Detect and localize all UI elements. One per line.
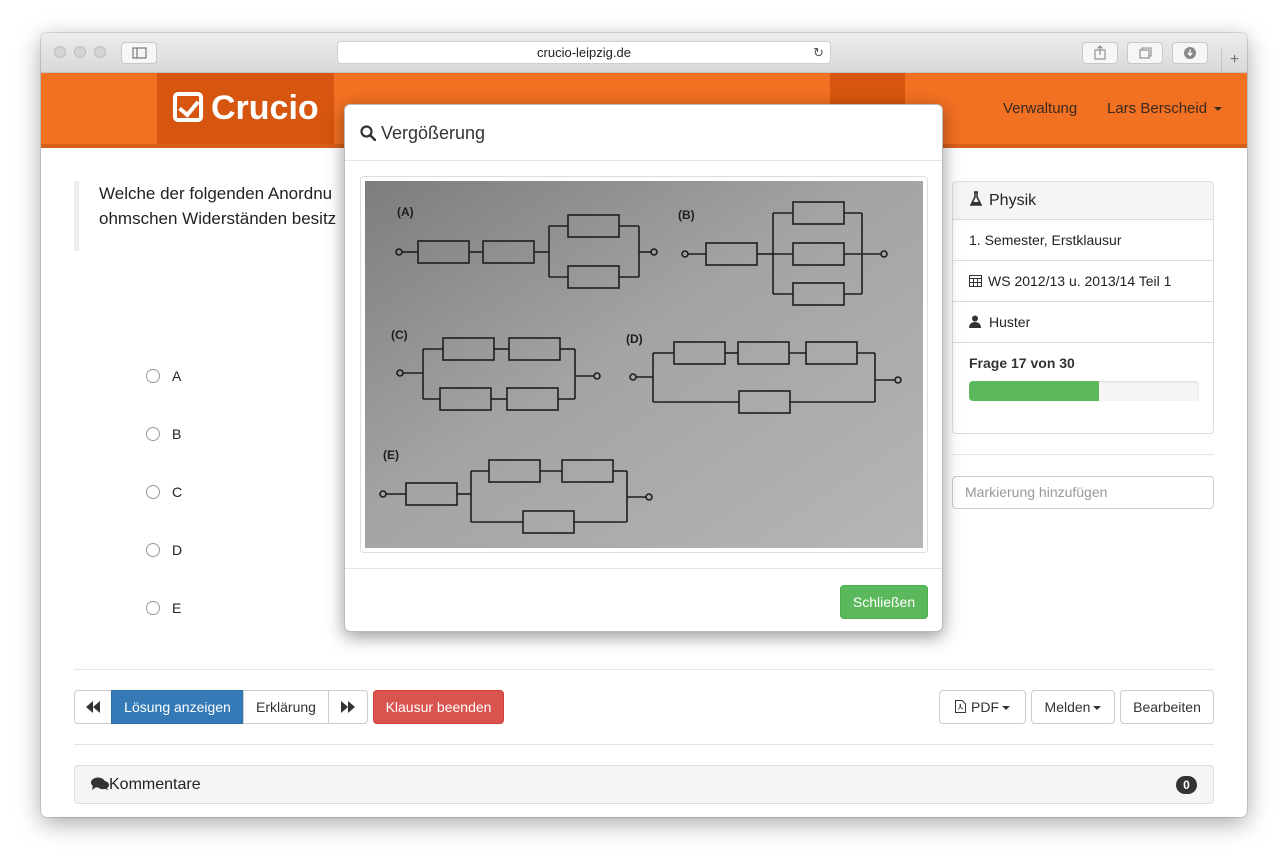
answer-label: D bbox=[172, 542, 183, 558]
user-name: Lars Berscheid bbox=[1107, 100, 1208, 117]
minimize-window-button[interactable] bbox=[74, 46, 86, 58]
divider bbox=[952, 454, 1214, 455]
author-text: Huster bbox=[989, 314, 1031, 330]
download-icon bbox=[1184, 47, 1196, 59]
comments-panel[interactable]: Kommentare 0 bbox=[74, 765, 1214, 804]
date-row: WS 2012/13 u. 2013/14 Teil 1 bbox=[953, 261, 1213, 302]
circuit-label-c: (C) bbox=[391, 328, 408, 342]
file-pdf-icon bbox=[955, 700, 966, 713]
modal-title: Vergößerung bbox=[381, 123, 486, 143]
close-modal-button[interactable]: Schließen bbox=[840, 585, 928, 619]
radio-button[interactable] bbox=[146, 543, 160, 557]
explanation-button[interactable]: Erklärung bbox=[243, 690, 329, 724]
question-line-2: ohmschen Widerständen besitz bbox=[99, 209, 337, 228]
previous-question-button[interactable] bbox=[74, 690, 112, 724]
fast-backward-icon bbox=[86, 701, 100, 713]
calendar-icon bbox=[969, 275, 982, 287]
circuit-diagram: (A) (B) (C) (D) (E) bbox=[365, 181, 923, 548]
circuit-label-e: (E) bbox=[383, 448, 399, 462]
user-menu[interactable]: Lars Berscheid bbox=[1107, 73, 1223, 144]
tag-input[interactable]: Markierung hinzufügen bbox=[952, 476, 1214, 509]
flask-icon bbox=[969, 191, 983, 206]
answer-option-a[interactable]: A bbox=[146, 368, 181, 388]
tabs-button[interactable] bbox=[1127, 42, 1163, 64]
zoom-window-button[interactable] bbox=[94, 46, 106, 58]
tabs-icon bbox=[1139, 47, 1152, 59]
edit-button[interactable]: Bearbeiten bbox=[1120, 690, 1214, 724]
answer-option-b[interactable]: B bbox=[146, 426, 181, 446]
circuit-label-a: (A) bbox=[397, 205, 414, 219]
comments-icon bbox=[91, 777, 109, 791]
answer-label: C bbox=[172, 484, 183, 500]
answer-option-c[interactable]: C bbox=[146, 484, 182, 504]
answer-label: B bbox=[172, 426, 182, 442]
progress-label: Frage 17 von 30 bbox=[969, 355, 1075, 371]
modal-footer: Schließen bbox=[345, 568, 942, 632]
nav-link-verwaltung[interactable]: Verwaltung bbox=[1003, 73, 1077, 144]
url-text: crucio-leipzig.de bbox=[537, 45, 631, 60]
answer-label: A bbox=[172, 368, 182, 384]
date-text: WS 2012/13 u. 2013/14 Teil 1 bbox=[988, 273, 1172, 289]
radio-button[interactable] bbox=[146, 485, 160, 499]
show-solution-button[interactable]: Lösung anzeigen bbox=[111, 690, 244, 724]
divider bbox=[74, 669, 1214, 670]
report-button[interactable]: Melden bbox=[1031, 690, 1115, 724]
comments-title: Kommentare bbox=[109, 776, 201, 793]
progress-section: Frage 17 von 30 bbox=[953, 343, 1213, 413]
pdf-button[interactable]: PDF bbox=[939, 690, 1026, 724]
sidebar-icon bbox=[132, 47, 147, 59]
radio-button[interactable] bbox=[146, 369, 160, 383]
question-text: Welche der folgenden Anordnu ohmschen Wi… bbox=[74, 181, 344, 251]
author-row: Huster bbox=[953, 302, 1213, 343]
caret-down-icon bbox=[1093, 706, 1102, 711]
url-bar[interactable]: crucio-leipzig.de ↻ bbox=[337, 41, 831, 64]
fast-forward-icon bbox=[341, 701, 355, 713]
answer-option-d[interactable]: D bbox=[146, 542, 182, 562]
caret-down-icon bbox=[1002, 706, 1010, 711]
caret-down-icon bbox=[1214, 107, 1223, 112]
comment-count-badge: 0 bbox=[1176, 776, 1197, 794]
new-tab-button[interactable]: + bbox=[1221, 49, 1247, 73]
user-icon bbox=[969, 315, 981, 328]
panel-heading: Physik bbox=[953, 182, 1213, 220]
brand-name: Crucio bbox=[211, 89, 319, 127]
semester-row: 1. Semester, Erstklausur bbox=[953, 220, 1213, 261]
sidebar-toggle-button[interactable] bbox=[121, 42, 157, 64]
semester-text: 1. Semester, Erstklausur bbox=[969, 232, 1122, 248]
share-button[interactable] bbox=[1082, 42, 1118, 64]
pdf-label: PDF bbox=[971, 699, 999, 715]
circuit-photo: (A) (B) (C) (D) (E) bbox=[365, 181, 923, 548]
divider bbox=[74, 744, 1214, 745]
question-line-1: Welche der folgenden Anordnu bbox=[99, 184, 333, 203]
subject-label: Physik bbox=[989, 192, 1037, 209]
circuit-label-d: (D) bbox=[626, 332, 643, 346]
check-square-icon bbox=[173, 92, 203, 122]
share-icon bbox=[1094, 45, 1106, 60]
end-exam-button[interactable]: Klausur beenden bbox=[373, 690, 504, 724]
search-icon bbox=[360, 125, 377, 142]
close-window-button[interactable] bbox=[54, 46, 66, 58]
reload-icon[interactable]: ↻ bbox=[813, 42, 824, 64]
modal-header: Vergößerung bbox=[345, 105, 942, 161]
answer-option-e[interactable]: E bbox=[146, 600, 181, 620]
answer-label: E bbox=[172, 600, 182, 616]
zoom-modal: Vergößerung (A) (B) (C) (D) (E) Schließe… bbox=[344, 104, 943, 632]
circuit-label-b: (B) bbox=[678, 208, 695, 222]
report-label: Melden bbox=[1044, 699, 1091, 715]
browser-titlebar: crucio-leipzig.de ↻ + bbox=[41, 33, 1247, 73]
modal-body: (A) (B) (C) (D) (E) bbox=[360, 176, 928, 553]
brand-logo[interactable]: Crucio bbox=[157, 73, 334, 144]
info-panel: Physik 1. Semester, Erstklausur WS 2012/… bbox=[952, 181, 1214, 434]
progress-bar-fill bbox=[969, 381, 1100, 401]
downloads-button[interactable] bbox=[1172, 42, 1208, 64]
radio-button[interactable] bbox=[146, 427, 160, 441]
radio-button[interactable] bbox=[146, 601, 160, 615]
next-question-button[interactable] bbox=[328, 690, 368, 724]
progress-bar-track bbox=[969, 381, 1199, 401]
